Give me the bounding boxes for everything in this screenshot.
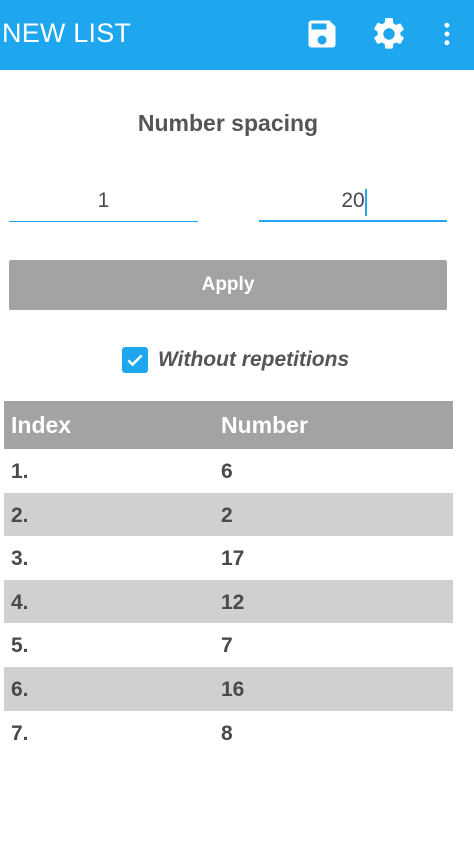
overflow-menu-button[interactable] — [427, 14, 467, 54]
table-row: 2. 2 — [4, 492, 453, 537]
header-index: Index — [11, 412, 72, 438]
row-number: 2 — [221, 503, 233, 527]
results-table: Index Number 1. 6 2. 2 3. 17 4. 12 5. 7 … — [4, 401, 453, 754]
header-number: Number — [221, 412, 308, 438]
vertical-dots-icon — [444, 22, 450, 46]
gear-icon — [374, 18, 404, 49]
row-number: 7 — [221, 634, 233, 658]
row-number: 8 — [221, 721, 233, 745]
range-from-input[interactable] — [9, 182, 198, 220]
table-row: 6. 16 — [4, 666, 453, 711]
without-repetitions-option[interactable]: Without repetitions — [122, 345, 349, 375]
without-repetitions-checkbox[interactable] — [122, 347, 148, 373]
row-index: 2. — [11, 503, 29, 527]
range-to-input[interactable] — [259, 182, 447, 220]
table-row: 3. 17 — [4, 536, 453, 580]
table-header: Index Number — [4, 401, 453, 449]
row-number: 17 — [221, 547, 245, 571]
range-to-field[interactable] — [259, 182, 447, 222]
without-repetitions-label: Without repetitions — [158, 348, 350, 371]
save-button[interactable] — [302, 14, 342, 54]
table-row: 5. 7 — [4, 623, 453, 667]
range-from-field[interactable] — [9, 182, 198, 222]
apply-button[interactable]: Apply — [9, 260, 447, 310]
table-row: 1. 6 — [4, 449, 453, 493]
floppy-disk-icon — [308, 20, 336, 48]
row-index: 6. — [11, 677, 29, 701]
row-index: 4. — [11, 590, 29, 614]
row-index: 5. — [11, 634, 29, 658]
row-index: 3. — [11, 547, 29, 571]
settings-button[interactable] — [369, 14, 409, 54]
row-number: 16 — [221, 677, 245, 701]
checkmark-icon — [127, 354, 143, 367]
row-index: 1. — [11, 460, 29, 483]
text-cursor — [365, 189, 367, 216]
app-title: NEW LIST — [2, 18, 132, 48]
number-spacing-title: Number spacing — [137, 110, 319, 136]
app-bar: NEW LIST — [0, 0, 474, 70]
row-index: 7. — [11, 721, 29, 745]
row-number: 6 — [221, 460, 233, 483]
table-row: 4. 12 — [4, 579, 453, 624]
table-row: 7. 8 — [4, 711, 453, 755]
row-number: 12 — [221, 590, 245, 614]
